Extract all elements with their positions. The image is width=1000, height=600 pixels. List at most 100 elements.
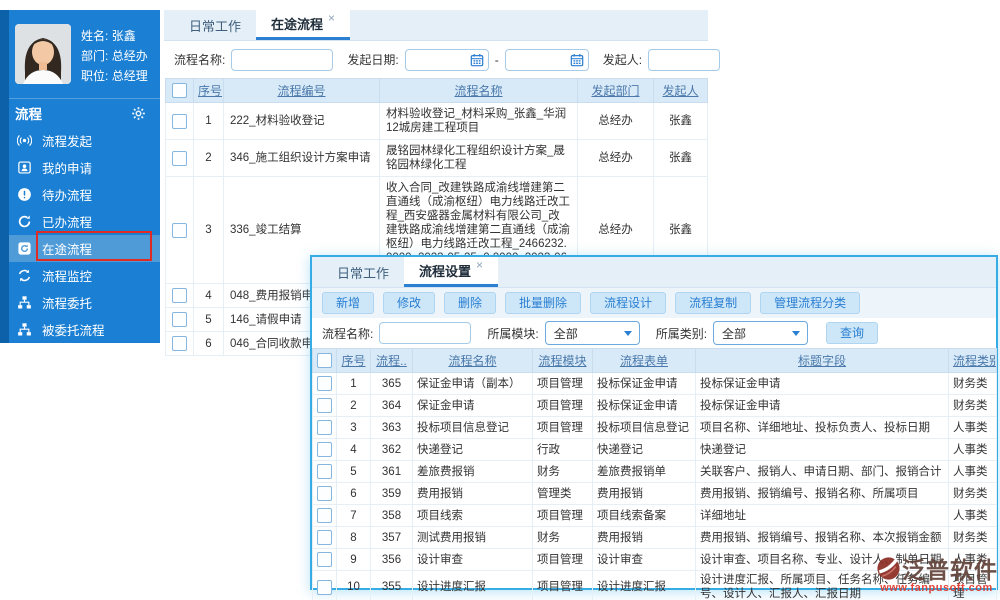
table-row[interactable]: 2 346_施工组织设计方案申请 晟铭园林绿化工程组织设计方案_晟铭园林绿化工程… <box>165 139 708 177</box>
delete-button[interactable]: 删除 <box>444 292 497 314</box>
calendar-icon[interactable] <box>470 53 484 67</box>
header-flow-code[interactable]: 流程.. <box>370 348 413 373</box>
user-profile: 姓名: 张鑫 部门: 总经办 职位: 总经理 <box>0 10 160 98</box>
annotation-highlight-box <box>36 231 152 261</box>
initiator-input[interactable] <box>648 48 721 71</box>
table-row[interactable]: 6 359 费用报销 管理类 费用报销 费用报销、报销编号、报销名称、所属项目 … <box>312 482 997 505</box>
tab-daily-work[interactable]: 日常工作 <box>174 10 256 40</box>
header-index: 序号 <box>336 348 371 373</box>
tab-in-transit-flows[interactable]: 在途流程 × <box>256 10 351 40</box>
refresh-icon <box>18 215 31 228</box>
table-row[interactable]: 3 363 投标项目信息登记 项目管理 投标项目信息登记 项目名称、详细地址、投… <box>312 416 997 439</box>
close-icon[interactable]: × <box>476 258 483 272</box>
table-header-row: 序号 流程.. 流程名称 流程模块 流程表单 标题字段 流程类别 <box>312 348 997 373</box>
start-date-label: 发起日期: <box>347 53 399 67</box>
close-icon[interactable]: × <box>328 11 335 25</box>
header-initiator[interactable]: 发起人 <box>653 78 708 103</box>
watermark-url: www.fanpusoft.com <box>880 582 993 594</box>
header-checkbox-cell <box>312 348 337 373</box>
edit-button[interactable]: 修改 <box>383 292 436 314</box>
cell-flow-module: 管理类 <box>532 482 593 505</box>
sidebar-item-label: 被委托流程 <box>42 324 105 338</box>
sidebar-item-label: 流程委托 <box>42 297 93 311</box>
cell-flow-form: 投标保证金申请 <box>592 394 696 417</box>
flow-name-input[interactable] <box>231 48 334 71</box>
sidebar-item-flow-start[interactable]: 流程发起 <box>0 127 160 154</box>
cell-title-fields: 项目名称、详细地址、投标负责人、投标日期 <box>695 416 949 439</box>
sidebar-item-delegated-flows[interactable]: 被委托流程 <box>0 316 160 343</box>
row-checkbox[interactable] <box>317 398 332 413</box>
select-all-checkbox[interactable] <box>172 83 187 99</box>
row-checkbox[interactable] <box>172 312 187 327</box>
chevron-down-icon <box>623 331 632 336</box>
select-all-checkbox[interactable] <box>317 353 332 369</box>
flow-settings-window: 日常工作 流程设置 × 新增 修改 删除 批量删除 流程设计 流程复制 管理流程… <box>310 255 998 600</box>
cell-flow-module: 项目管理 <box>532 570 593 600</box>
flow-copy-button[interactable]: 流程复制 <box>675 292 752 314</box>
table-row[interactable]: 1 222_材料验收登记 材料验收登记_材料采购_张鑫_华润12城房建工程项目 … <box>165 102 708 140</box>
cell-flow-form: 费用报销 <box>592 526 696 549</box>
table-row[interactable]: 8 357 测试费用报销 财务 费用报销 费用报销、报销编号、报销名称、本次报销… <box>312 526 997 549</box>
cell-flow-category: 财务类 <box>948 372 997 395</box>
cell-flow-form: 设计进度汇报 <box>592 570 696 600</box>
row-checkbox[interactable] <box>172 150 187 166</box>
row-checkbox[interactable] <box>172 222 187 238</box>
row-checkbox[interactable] <box>317 420 332 435</box>
row-checkbox[interactable] <box>317 579 332 595</box>
table-row[interactable]: 2 364 保证金申请 项目管理 投标保证金申请 投标保证金申请 财务类 <box>312 394 997 417</box>
tab-label: 日常工作 <box>189 18 242 34</box>
row-checkbox[interactable] <box>317 552 332 567</box>
add-button[interactable]: 新增 <box>322 292 375 314</box>
table-row[interactable]: 1 365 保证金申请（副本） 项目管理 投标保证金申请 投标保证金申请 财务类 <box>312 372 997 395</box>
cell-flow-name: 测试费用报销 <box>412 526 533 549</box>
header-flow-name[interactable]: 流程名称 <box>412 348 533 373</box>
search-button[interactable]: 查询 <box>826 322 879 344</box>
sidebar-item-flow-delegate[interactable]: 流程委托 <box>0 289 160 316</box>
cell-checkbox <box>312 438 337 461</box>
cell-index: 5 <box>336 460 371 483</box>
manage-flow-category-button[interactable]: 管理流程分类 <box>760 292 861 314</box>
cell-checkbox <box>312 482 337 505</box>
table-row[interactable]: 7 358 项目线索 项目管理 项目线索备案 详细地址 人事类 <box>312 504 997 527</box>
header-flow-name[interactable]: 流程名称 <box>379 78 578 103</box>
tab-flow-settings[interactable]: 流程设置 × <box>404 257 499 287</box>
row-checkbox[interactable] <box>172 336 187 351</box>
row-checkbox[interactable] <box>317 486 332 501</box>
row-checkbox[interactable] <box>172 113 187 129</box>
row-checkbox[interactable] <box>172 288 187 303</box>
header-flow-module[interactable]: 流程模块 <box>532 348 593 373</box>
module-select-value: 全部 <box>553 326 578 341</box>
cell-flow-name: 保证金申请（副本） <box>412 372 533 395</box>
row-checkbox[interactable] <box>317 508 332 523</box>
calendar-icon[interactable] <box>570 53 584 67</box>
cell-index: 2 <box>336 394 371 417</box>
sidebar-item-todo-flows[interactable]: 待办流程 <box>0 181 160 208</box>
header-start-dept[interactable]: 发起部门 <box>577 78 654 103</box>
cell-checkbox <box>312 460 337 483</box>
row-checkbox[interactable] <box>317 464 332 479</box>
row-checkbox[interactable] <box>317 442 332 457</box>
batch-delete-button[interactable]: 批量删除 <box>505 292 582 314</box>
header-flow-form[interactable]: 流程表单 <box>592 348 696 373</box>
cell-start-dept: 总经办 <box>577 102 654 140</box>
header-title-fields[interactable]: 标题字段 <box>695 348 949 373</box>
flow-name-input[interactable] <box>379 322 472 344</box>
gear-icon[interactable] <box>131 106 146 121</box>
sidebar-item-flow-monitor[interactable]: 流程监控 <box>0 262 160 289</box>
header-flow-category[interactable]: 流程类别 <box>948 348 997 373</box>
row-checkbox[interactable] <box>317 530 332 545</box>
row-checkbox[interactable] <box>317 376 332 391</box>
cell-flow-form: 投标项目信息登记 <box>592 416 696 439</box>
table-row[interactable]: 4 362 快递登记 行政 快递登记 快递登记 人事类 <box>312 438 997 461</box>
cell-flow-code: 355 <box>370 570 413 600</box>
sidebar-item-label: 流程发起 <box>42 135 93 149</box>
tab-daily-work[interactable]: 日常工作 <box>322 257 404 287</box>
flow-design-button[interactable]: 流程设计 <box>590 292 667 314</box>
initiator-label: 发起人: <box>602 53 643 67</box>
category-select[interactable]: 全部 <box>713 321 809 345</box>
table-row[interactable]: 5 361 差旅费报销 财务 差旅费报销单 关联客户、报销人、申请日期、部门、报… <box>312 460 997 483</box>
header-flow-code[interactable]: 流程编号 <box>223 78 380 103</box>
module-select[interactable]: 全部 <box>544 321 640 345</box>
cell-flow-form: 项目线索备案 <box>592 504 696 527</box>
sidebar-item-my-applications[interactable]: 我的申请 <box>0 154 160 181</box>
